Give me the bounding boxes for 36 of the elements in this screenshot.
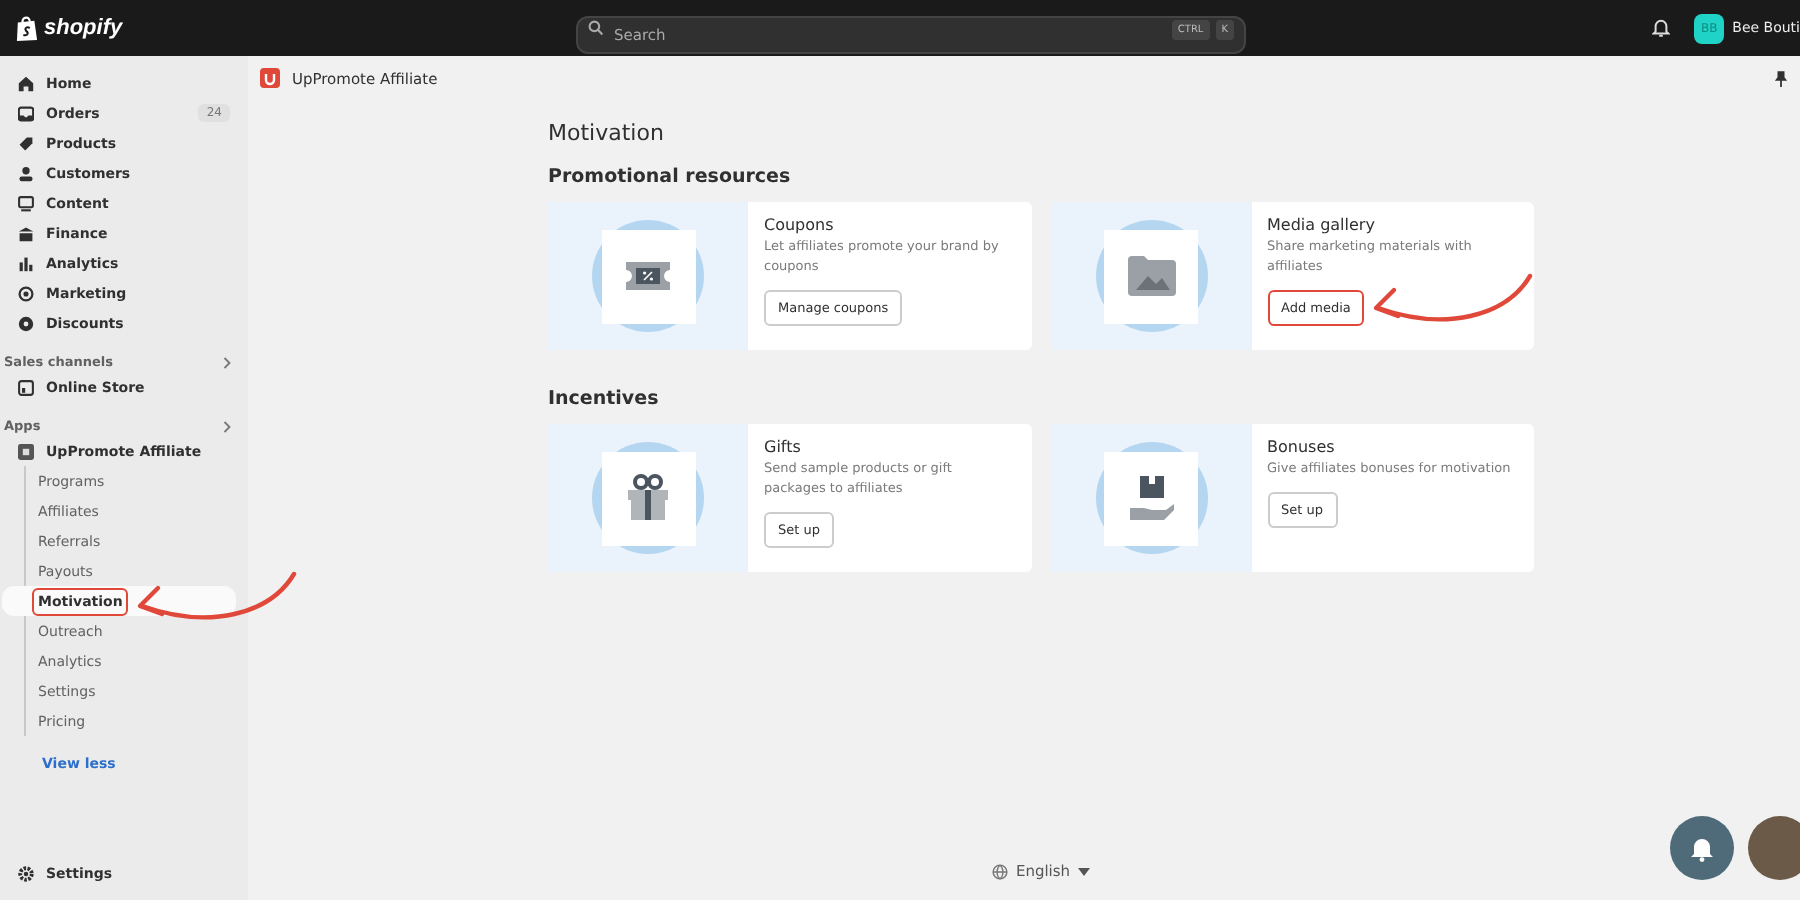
page-title: Motivation: [548, 120, 666, 146]
shopping-bag-icon: [16, 15, 38, 41]
avatar-placeholder[interactable]: [1748, 816, 1800, 880]
target-icon: [18, 285, 34, 301]
card-title: Gifts: [764, 438, 803, 456]
chevron-icon[interactable]: [222, 419, 232, 433]
globe-icon: [991, 863, 1008, 879]
bank-icon: [18, 225, 34, 241]
card-title: Media gallery: [1267, 216, 1377, 234]
app-icon: [18, 443, 34, 459]
chat-button[interactable]: [1670, 816, 1734, 880]
tag-icon: [18, 135, 34, 151]
chevron-icon[interactable]: [222, 355, 232, 369]
settings-icon: [18, 865, 34, 881]
app-logo-icon: [260, 68, 280, 88]
bell-icon[interactable]: [1652, 18, 1671, 38]
section-heading: Promotional resources: [548, 166, 793, 188]
home-icon: [18, 75, 34, 91]
person-icon: [18, 165, 34, 181]
logo-text: shopify: [44, 16, 123, 40]
storefront-icon: [18, 379, 34, 395]
badge-icon: [18, 315, 34, 331]
pin-icon[interactable]: [1774, 69, 1788, 87]
bell-icon: [1690, 835, 1714, 861]
section-heading: Incentives: [548, 388, 661, 410]
monitor-icon: [18, 195, 34, 211]
gift-icon: [626, 474, 670, 522]
search-icon: [588, 20, 604, 36]
ticket-icon: [624, 260, 672, 292]
card-title: Coupons: [764, 216, 836, 234]
image-folder-icon: [1125, 254, 1177, 298]
card-title: Bonuses: [1267, 438, 1337, 456]
bar-chart-icon: [18, 255, 34, 271]
inbox-icon: [18, 105, 34, 121]
hand-box-icon: [1127, 474, 1175, 522]
caret-icon: [1078, 867, 1091, 875]
